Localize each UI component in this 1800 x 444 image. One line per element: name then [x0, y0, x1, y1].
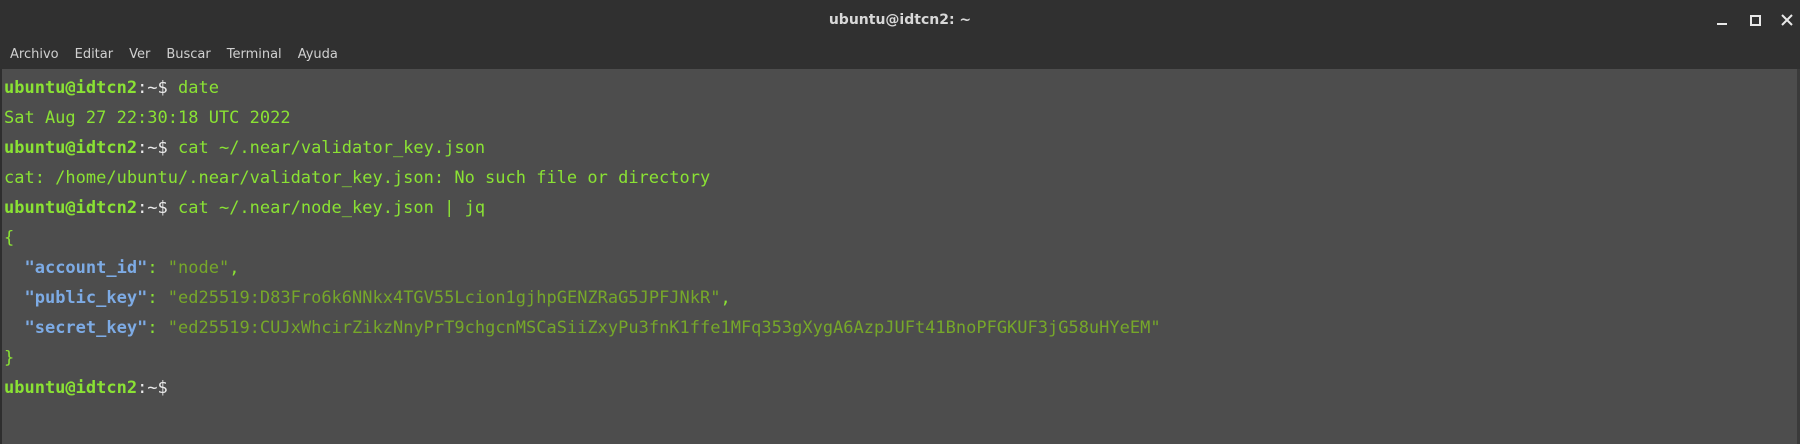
- command-text: cat ~/.near/node_key.json | jq: [178, 198, 486, 218]
- menu-ver[interactable]: Ver: [129, 47, 150, 62]
- json-key: "public_key": [24, 288, 148, 308]
- terminal-output[interactable]: ubuntu@idtcn2:~$ date Sat Aug 27 22:30:1…: [0, 69, 1797, 444]
- prompt-suffix: :~$: [137, 378, 179, 398]
- title-bar[interactable]: ubuntu@idtcn2: ~: [0, 0, 1800, 40]
- prompt-user-host: ubuntu@idtcn2: [4, 138, 138, 158]
- json-key: "account_id": [24, 258, 148, 278]
- json-line: "secret_key": "ed25519:CUJxWhcirZikzNnyP…: [24, 318, 1161, 338]
- maximize-icon[interactable]: [1745, 10, 1765, 30]
- window-title: ubuntu@idtcn2: ~: [828, 12, 972, 28]
- close-icon[interactable]: [1777, 10, 1797, 30]
- menu-archivo[interactable]: Archivo: [10, 47, 59, 62]
- prompt-suffix: :~$: [137, 198, 179, 218]
- prompt-suffix: :~$: [137, 138, 179, 158]
- json-value: "ed25519:D83Fro6k6NNkx4TGV55Lcion1gjhpGE…: [167, 288, 721, 308]
- json-close-brace: }: [4, 348, 15, 368]
- json-key: "secret_key": [24, 318, 148, 338]
- prompt-suffix: :~$: [137, 78, 179, 98]
- command-text: cat ~/.near/validator_key.json: [178, 138, 486, 158]
- prompt-line: ubuntu@idtcn2:~$ date: [4, 73, 1797, 103]
- prompt-user-host: ubuntu@idtcn2: [4, 378, 138, 398]
- prompt-user-host: ubuntu@idtcn2: [4, 78, 138, 98]
- terminal-window: ubuntu@idtcn2: ~ Archivo Editar Ver Busc…: [0, 0, 1800, 444]
- menu-buscar[interactable]: Buscar: [166, 47, 210, 62]
- json-value: "ed25519:CUJxWhcirZikzNnyPrT9chgcnMSCaSi…: [167, 318, 1161, 338]
- menu-terminal[interactable]: Terminal: [227, 47, 282, 62]
- json-line: "account_id": "node",: [24, 258, 240, 278]
- prompt-line: ubuntu@idtcn2:~$ cat ~/.near/validator_k…: [4, 133, 1797, 163]
- menu-ayuda[interactable]: Ayuda: [298, 47, 338, 62]
- prompt-line: ubuntu@idtcn2:~$ cat ~/.near/node_key.js…: [4, 193, 1797, 223]
- json-open-brace: {: [4, 228, 15, 248]
- json-value: "node": [167, 258, 230, 278]
- prompt-user-host: ubuntu@idtcn2: [4, 198, 138, 218]
- minimize-icon[interactable]: [1712, 10, 1732, 30]
- output-line: Sat Aug 27 22:30:18 UTC 2022: [4, 108, 291, 128]
- error-line: cat: /home/ubuntu/.near/validator_key.js…: [4, 168, 711, 188]
- command-text: date: [178, 78, 219, 98]
- menu-bar: Archivo Editar Ver Buscar Terminal Ayuda: [0, 40, 1800, 69]
- json-line: "public_key": "ed25519:D83Fro6k6NNkx4TGV…: [24, 288, 731, 308]
- prompt-line: ubuntu@idtcn2:~$: [4, 373, 1797, 403]
- menu-editar[interactable]: Editar: [75, 47, 114, 62]
